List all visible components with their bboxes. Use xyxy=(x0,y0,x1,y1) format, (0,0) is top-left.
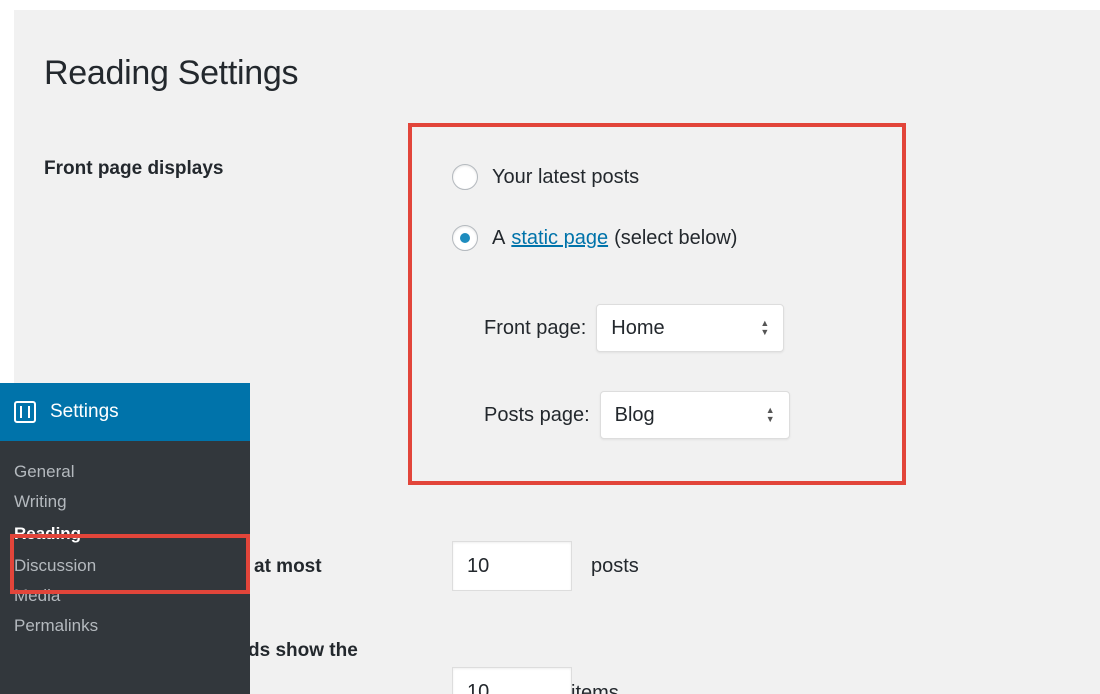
settings-sidebar-menu: Settings General Writing Reading Discuss… xyxy=(0,383,250,694)
syndication-label: ds show the xyxy=(248,640,358,661)
page-title: Reading Settings xyxy=(44,54,299,92)
static-page-link[interactable]: static page xyxy=(511,227,608,250)
front-page-select-row: Front page: Home ▲ ▼ xyxy=(484,304,785,352)
sidebar-item-permalinks[interactable]: Permalinks xyxy=(0,611,250,641)
posts-page-select[interactable]: Blog ▲ ▼ xyxy=(599,391,790,439)
radio-unchecked-icon[interactable] xyxy=(452,164,478,190)
front-page-select-value: Home xyxy=(611,316,665,339)
radio-latest-posts[interactable]: Your latest posts xyxy=(452,164,639,190)
sidebar-header-label: Settings xyxy=(50,401,119,422)
radio-static-page[interactable]: A static page (select below) xyxy=(452,225,737,251)
sidebar-item-writing[interactable]: Writing xyxy=(0,487,250,517)
sidebar-item-general[interactable]: General xyxy=(0,457,250,487)
radio-static-prefix: A xyxy=(492,226,506,249)
radio-checked-icon[interactable] xyxy=(452,225,478,251)
radio-static-suffix: (select below) xyxy=(614,226,738,249)
settings-sliders-icon xyxy=(14,401,36,423)
select-arrows-icon: ▲ ▼ xyxy=(760,318,770,337)
posts-page-select-value: Blog xyxy=(614,403,655,426)
sidebar-item-discussion[interactable]: Discussion xyxy=(0,551,250,581)
items-suffix: items xyxy=(571,682,619,694)
select-arrows-icon: ▲ ▼ xyxy=(765,405,775,424)
front-page-select[interactable]: Home ▲ ▼ xyxy=(596,304,785,352)
posts-page-select-label: Posts page: xyxy=(484,403,590,426)
front-page-select-label: Front page: xyxy=(484,316,587,339)
posts-per-page-input[interactable]: 10 xyxy=(452,541,572,591)
sidebar-item-media[interactable]: Media xyxy=(0,581,250,611)
posts-suffix: posts xyxy=(591,555,639,577)
front-page-displays-label: Front page displays xyxy=(44,158,224,179)
posts-page-select-row: Posts page: Blog ▲ ▼ xyxy=(484,391,790,439)
syndication-items-input[interactable]: 10 xyxy=(452,667,572,694)
radio-latest-posts-label: Your latest posts xyxy=(492,165,640,188)
sidebar-settings-header[interactable]: Settings xyxy=(0,383,250,441)
sidebar-item-reading[interactable]: Reading xyxy=(0,517,250,551)
blog-pages-label: at most xyxy=(254,556,322,577)
